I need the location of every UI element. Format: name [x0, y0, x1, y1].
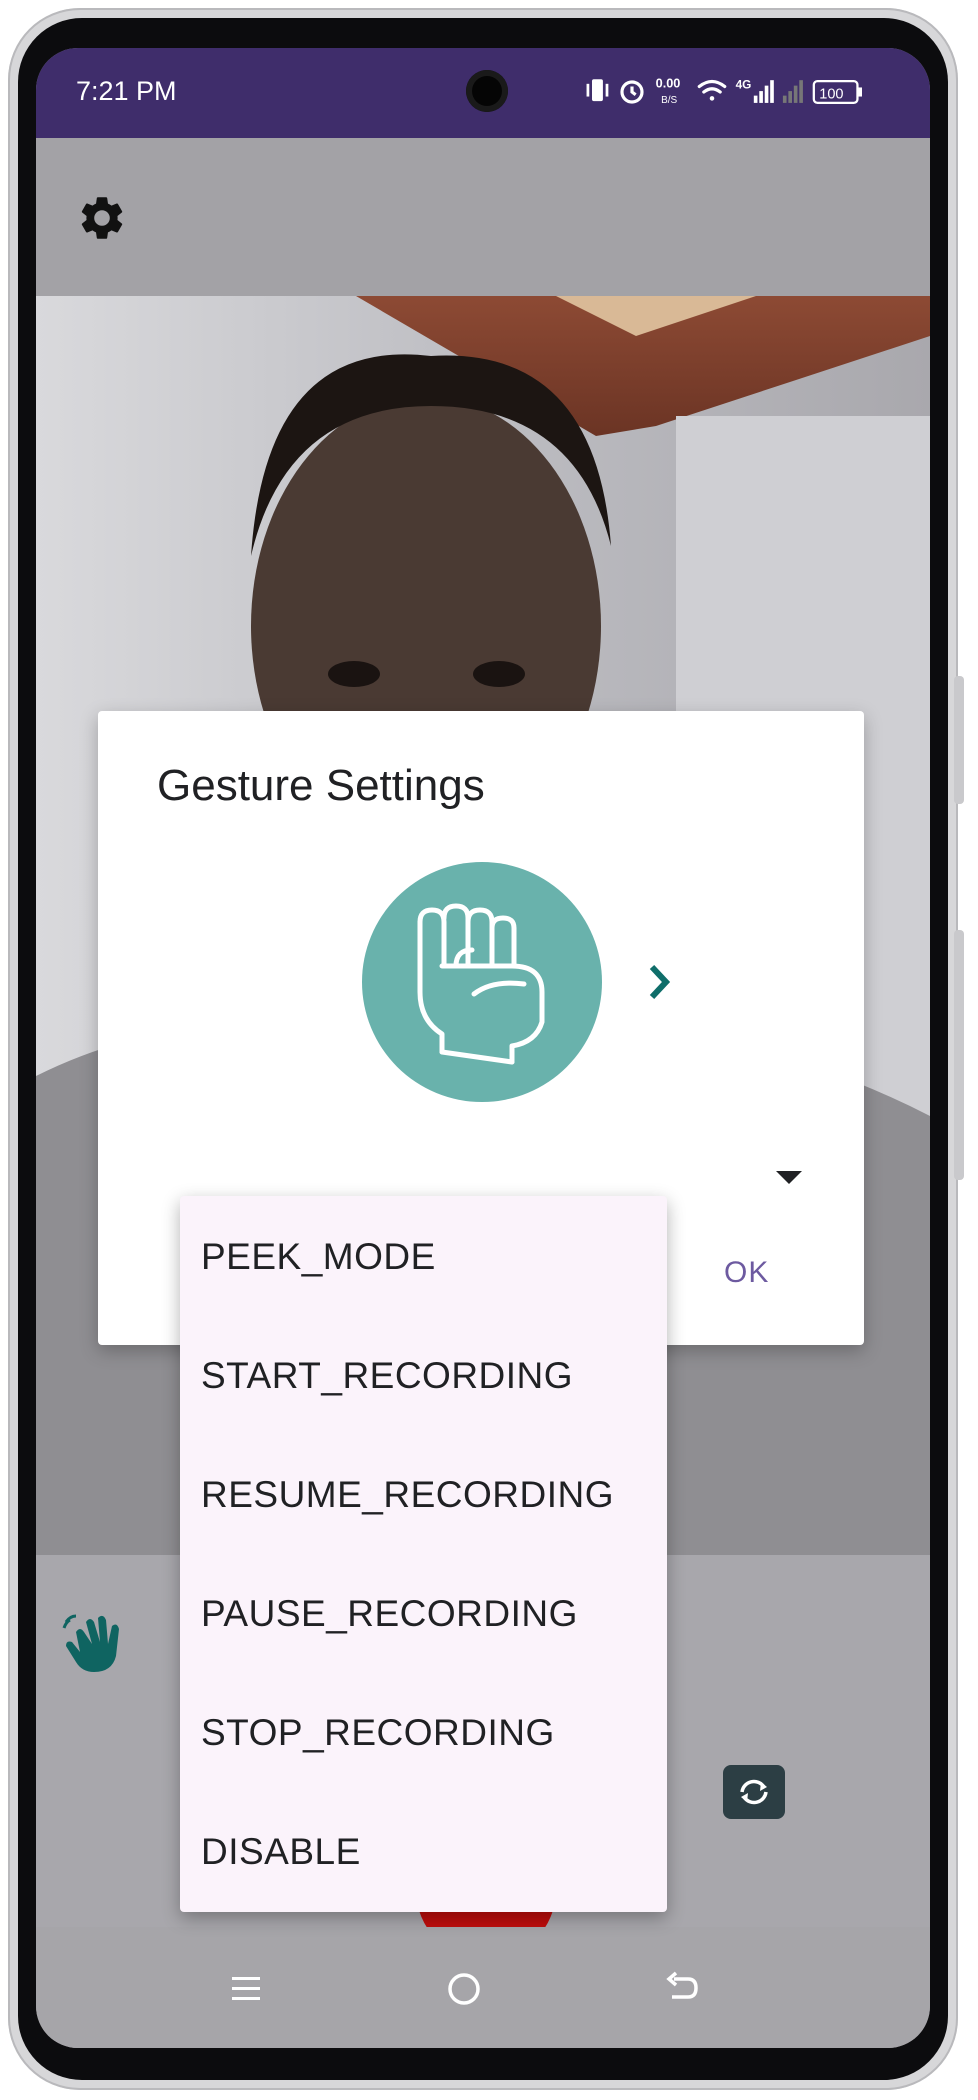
phone-screen: 7:21 PM 0.00 B/S 4G 100 Gesture Settings…	[36, 48, 930, 2048]
ok-button[interactable]: OK	[724, 1256, 769, 1290]
menu-item-label: START_RECORDING	[201, 1355, 574, 1396]
back-icon[interactable]	[660, 1967, 704, 2011]
menu-item-label: RESUME_RECORDING	[201, 1474, 614, 1515]
volume-button	[954, 676, 964, 804]
network-type: 4G	[736, 77, 752, 91]
menu-item-label: STOP_RECORDING	[201, 1712, 555, 1753]
net-speed-value: 0.00	[656, 75, 681, 90]
status-icons: 0.00 B/S 4G 100	[586, 75, 862, 106]
gesture-action-menu: PEEK_MODE START_RECORDING RESUME_RECORDI…	[180, 1196, 667, 1912]
menu-item-peek-mode[interactable]: PEEK_MODE	[180, 1196, 667, 1315]
menu-item-label: DISABLE	[201, 1831, 361, 1872]
chevron-right-icon[interactable]	[644, 961, 674, 1003]
fist-icon[interactable]	[362, 862, 602, 1102]
gear-icon[interactable]	[76, 192, 128, 244]
vibrate-icon	[586, 79, 609, 102]
app-bar	[36, 138, 930, 296]
signal-icon	[753, 80, 774, 103]
signal-icon-secondary	[782, 80, 803, 103]
menu-item-start-recording[interactable]: START_RECORDING	[180, 1315, 667, 1434]
menu-icon[interactable]	[224, 1967, 268, 2011]
net-speed-unit: B/S	[661, 95, 677, 106]
dropdown-arrow-icon[interactable]	[776, 1171, 802, 1184]
navigation-bar	[36, 1927, 930, 2048]
status-bar: 7:21 PM 0.00 B/S 4G 100	[36, 48, 930, 138]
wave-hand-icon[interactable]	[62, 1612, 122, 1676]
menu-item-label: PEEK_MODE	[201, 1236, 436, 1277]
front-camera-punch-hole	[466, 70, 508, 112]
menu-item-stop-recording[interactable]: STOP_RECORDING	[180, 1672, 667, 1791]
menu-item-pause-recording[interactable]: PAUSE_RECORDING	[180, 1553, 667, 1672]
flip-camera-icon[interactable]	[723, 1765, 785, 1819]
alarm-icon	[620, 80, 644, 104]
power-button	[954, 930, 964, 1180]
wifi-icon	[697, 79, 727, 101]
status-time: 7:21 PM	[76, 76, 177, 106]
home-icon[interactable]	[442, 1967, 486, 2011]
battery-level: 100	[819, 86, 843, 102]
menu-item-label: PAUSE_RECORDING	[201, 1593, 578, 1634]
menu-item-disable[interactable]: DISABLE	[180, 1791, 667, 1910]
dialog-title: Gesture Settings	[157, 761, 485, 810]
menu-item-resume-recording[interactable]: RESUME_RECORDING	[180, 1434, 667, 1553]
battery-icon: 100	[812, 79, 862, 105]
